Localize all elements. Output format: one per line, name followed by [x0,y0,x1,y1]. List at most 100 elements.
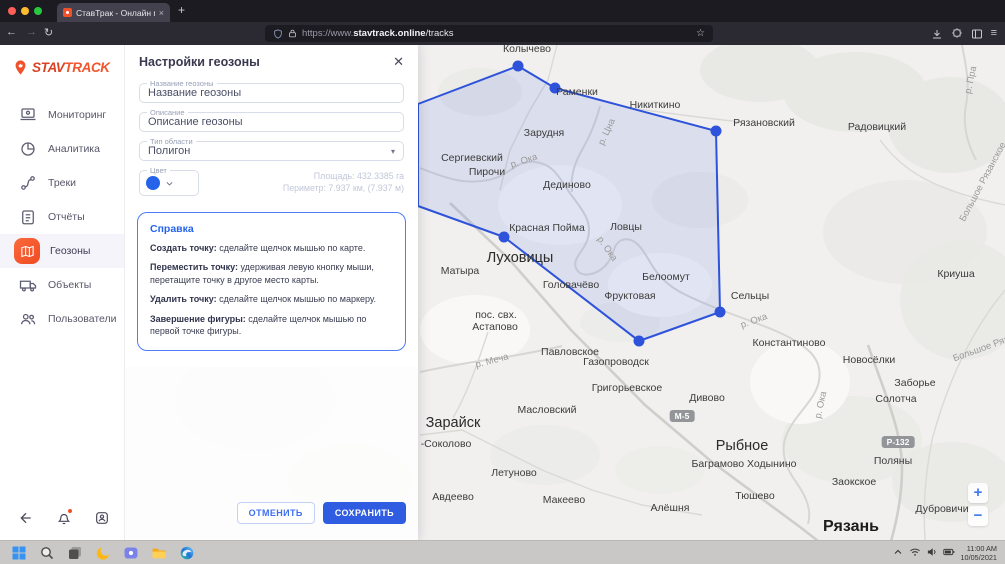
clock-time: 11:00 AM [960,544,997,553]
map-label: Зарудня [524,127,564,139]
window-minimize-button[interactable] [21,7,29,15]
sidebar-item-геозоны[interactable]: Геозоны [0,234,124,268]
account-icon[interactable] [94,510,110,526]
sidebar-item-label: Мониторинг [48,109,106,121]
toolbar-icons: ≡ [931,25,997,42]
geozone-name-value: Название геозоны [148,87,241,99]
map-label: Рыбное [716,438,769,454]
cancel-button[interactable]: ОТМЕНИТЬ [237,502,315,524]
map-label: Заокское [832,476,876,488]
polygon-vertex[interactable] [513,61,524,72]
taskview-icon[interactable] [66,544,83,561]
map-label: Алёшня [651,502,690,514]
sidebar-bottom [18,510,110,526]
help-item: Завершение фигуры: сделайте щелчок мышью… [150,313,393,338]
map-label: Новосёлки [843,354,895,366]
map-label: Красная Пойма [509,222,585,234]
map-zoom-out-button[interactable]: − [968,506,988,526]
firefox-icon[interactable] [94,544,111,561]
road-badge: Р-132 [882,436,915,448]
map-label: Тюшево [735,490,774,502]
geozone-name-field[interactable]: Название геозоны Название геозоны [139,83,404,103]
map-label: Сельцы [731,290,769,302]
logo-pin-icon [12,59,29,76]
map-label: Дединово [543,179,591,191]
geozone-description-field[interactable]: Описание Описание геозоны [139,112,404,132]
sidebar-toggle-icon[interactable] [971,28,983,40]
browser-tab[interactable]: СтавТрак - Онлайн мониторинг × [57,3,170,22]
battery-icon[interactable] [943,546,955,558]
map-label: Никиткино [630,99,681,111]
back-icon[interactable]: ← [6,26,17,38]
volume-icon[interactable] [926,546,938,558]
color-picker[interactable]: Цвет [139,170,199,196]
tracks-icon [18,173,38,193]
explorer-icon[interactable] [150,544,167,561]
collapse-back-icon[interactable] [18,510,34,526]
logo-text: STAVTRACK [32,60,110,75]
notifications-bell-icon[interactable] [56,510,72,526]
geozone-description-label: Описание [147,108,188,117]
sidebar-item-мониторинг[interactable]: Мониторинг [0,98,124,132]
sidebar-item-объекты[interactable]: Объекты [0,268,124,302]
new-tab-button[interactable]: + [178,3,185,17]
window-close-button[interactable] [8,7,16,15]
tab-close-icon[interactable]: × [159,8,164,18]
taskbar-clock[interactable]: 11:00 AM 10/05/2021 [960,544,997,563]
tray-chevron-up-icon[interactable] [892,546,904,558]
window-controls [8,7,42,15]
sidebar-item-label: Пользователи [48,313,117,325]
app-logo: STAVTRACK [0,45,124,76]
map-zoom-in-button[interactable]: + [968,483,988,503]
sidebar-item-label: Геозоны [50,245,90,257]
start-icon[interactable] [10,544,27,561]
help-item: Переместить точку: удерживая левую кнопк… [150,261,393,286]
geozone-settings-panel: Настройки геозоны ✕ Название геозоны Наз… [125,45,418,540]
sidebar-item-отчёты[interactable]: Отчёты [0,200,124,234]
extensions-puzzle-icon[interactable] [951,28,963,40]
forward-icon[interactable]: → [26,26,37,38]
map-label: Григорьевское [592,382,663,394]
polygon-vertex[interactable] [711,126,722,137]
map-label: Радовицкий [848,121,906,133]
objects-icon [18,275,38,295]
panel-close-icon[interactable]: ✕ [393,54,404,70]
window-maximize-button[interactable] [34,7,42,15]
sidebar-item-аналитика[interactable]: Аналитика [0,132,124,166]
sidebar-item-label: Треки [48,177,76,189]
polygon-vertex[interactable] [715,307,726,318]
taskbar-icons [10,544,195,561]
search-icon[interactable] [38,544,55,561]
polygon-vertex[interactable] [634,336,645,347]
geozone-metrics: Площадь: 432.3385 га Периметр: 7.937 км,… [283,171,404,195]
edge-icon[interactable] [178,544,195,561]
download-icon[interactable] [931,28,943,40]
reload-icon[interactable]: ↻ [44,26,53,39]
map-label: Сергиевский [441,152,503,164]
map-label: Матыра [441,265,480,277]
bookmark-star-icon[interactable]: ☆ [696,28,705,39]
url-text: https://www.stavtrack.online/tracks [302,28,691,39]
map-label: Летуново [491,467,537,479]
polygon-vertex[interactable] [499,232,510,243]
chat-icon[interactable] [122,544,139,561]
chevron-down-icon: ▾ [391,147,395,156]
map-label: Баграмово Ходынино [692,458,797,470]
map-label: Рязановский [733,117,795,129]
url-bar[interactable]: https://www.stavtrack.online/tracks ☆ [265,25,713,42]
map-label: Фруктовая [604,290,655,302]
map-label: Авдеево [432,491,474,503]
lock-icon [288,29,297,38]
map-label: Ловцы [610,221,642,233]
wifi-icon[interactable] [909,546,921,558]
color-swatch[interactable] [146,176,160,190]
perimeter-value: Периметр: 7.937 км, (7.937 м) [283,183,404,195]
menu-hamburger-icon[interactable]: ≡ [991,25,997,42]
sidebar-item-треки[interactable]: Треки [0,166,124,200]
area-type-select[interactable]: Тип области Полигон ▾ [139,141,404,161]
map-label: Раменки [556,86,598,98]
save-button[interactable]: СОХРАНИТЬ [323,502,406,524]
tab-strip: СтавТрак - Онлайн мониторинг × + [0,0,1005,22]
sidebar-item-label: Отчёты [48,211,85,223]
sidebar-item-пользователи[interactable]: Пользователи [0,302,124,336]
